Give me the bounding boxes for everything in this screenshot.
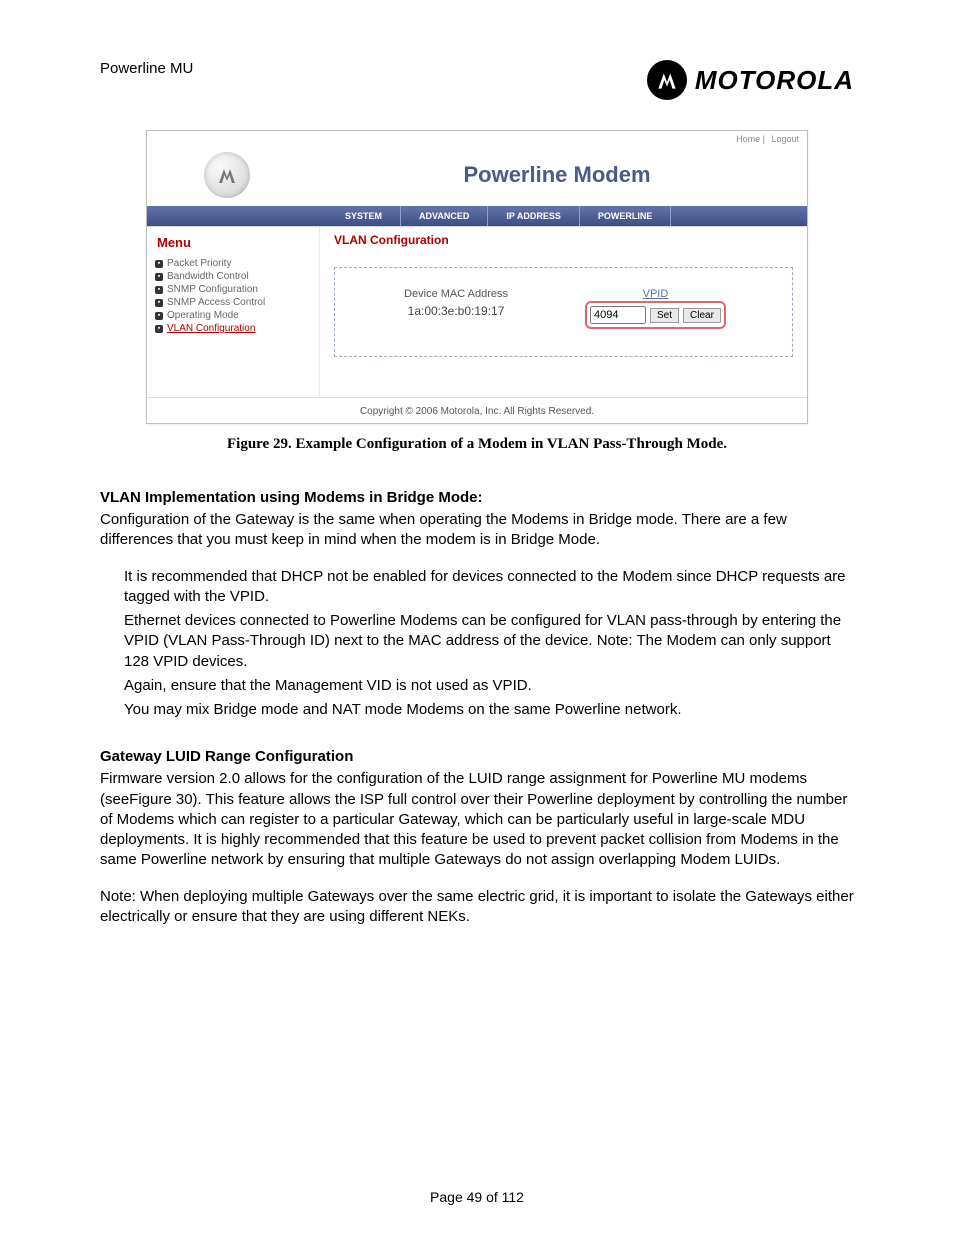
body-text: Again, ensure that the Management VID is… [124,676,854,696]
sidebar-item-label: Bandwidth Control [167,271,249,282]
body-text: It is recommended that DHCP not be enabl… [124,567,854,608]
bullet-icon: ▪ [155,325,163,333]
sidebar-item-vlan-configuration[interactable]: ▪ VLAN Configuration [155,323,313,334]
bullet-icon: ▪ [155,286,163,294]
brand-block: MOTOROLA [647,60,854,100]
vlan-table: Device MAC Address 1a:00:3e:b0:19:17 VPI… [334,267,793,357]
set-button[interactable]: Set [650,308,679,323]
sidebar-title: Menu [157,235,313,250]
sidebar-item-bandwidth-control[interactable]: ▪ Bandwidth Control [155,271,313,282]
col-mac-value: 1a:00:3e:b0:19:17 [404,304,508,318]
sidebar-item-label: SNMP Access Control [167,297,265,308]
vpid-input[interactable] [590,306,646,324]
col-vpid-label[interactable]: VPID [588,288,723,300]
screenshot-copyright: Copyright © 2006 Motorola, Inc. All Righ… [147,397,807,423]
tab-ip-address[interactable]: IP ADDRESS [488,206,580,226]
logout-link[interactable]: Logout [771,134,799,144]
clear-button[interactable]: Clear [683,308,721,323]
tab-powerline[interactable]: POWERLINE [580,206,672,226]
body-text: Note: When deploying multiple Gateways o… [100,887,854,928]
bullet-icon: ▪ [155,299,163,307]
sidebar-item-label: VLAN Configuration [167,323,255,334]
nav-tabs: SYSTEM ADVANCED IP ADDRESS POWERLINE [147,206,807,226]
banner-title: Powerline Modem [307,144,807,206]
bullet-icon: ▪ [155,260,163,268]
section-title: VLAN Configuration [334,233,793,247]
body-text: You may mix Bridge mode and NAT mode Mod… [124,700,854,720]
tab-advanced[interactable]: ADVANCED [401,206,488,226]
tab-system[interactable]: SYSTEM [327,206,401,226]
page-number: Page 49 of 112 [0,1189,954,1205]
vpid-controls: Set Clear [588,304,723,326]
sidebar-item-label: Operating Mode [167,310,239,321]
body-text: Configuration of the Gateway is the same… [100,510,854,551]
sidebar-item-snmp-access-control[interactable]: ▪ SNMP Access Control [155,297,313,308]
brand-word: MOTOROLA [695,65,854,96]
heading-luid-range: Gateway LUID Range Configuration [100,748,854,765]
heading-vlan-bridge: VLAN Implementation using Modems in Brid… [100,489,854,506]
figure-caption: Figure 29. Example Configuration of a Mo… [100,436,854,453]
sidebar-item-label: Packet Priority [167,258,231,269]
col-mac-label: Device MAC Address [404,288,508,300]
bullet-icon: ▪ [155,312,163,320]
sidebar: Menu ▪ Packet Priority ▪ Bandwidth Control… [147,227,320,397]
sidebar-item-snmp-configuration[interactable]: ▪ SNMP Configuration [155,284,313,295]
motorola-logo-icon [647,60,687,100]
home-link[interactable]: Home [736,134,760,144]
sidebar-item-operating-mode[interactable]: ▪ Operating Mode [155,310,313,321]
embedded-screenshot: Home | Logout Powerline Modem SYSTEM ADV… [146,130,808,424]
body-text: Ethernet devices connected to Powerline … [124,611,854,672]
bullet-icon: ▪ [155,273,163,281]
sidebar-item-label: SNMP Configuration [167,284,258,295]
modem-logo-icon [204,152,250,198]
sidebar-item-packet-priority[interactable]: ▪ Packet Priority [155,258,313,269]
body-text: Firmware version 2.0 allows for the conf… [100,769,854,870]
doc-header-title: Powerline MU [100,60,193,77]
